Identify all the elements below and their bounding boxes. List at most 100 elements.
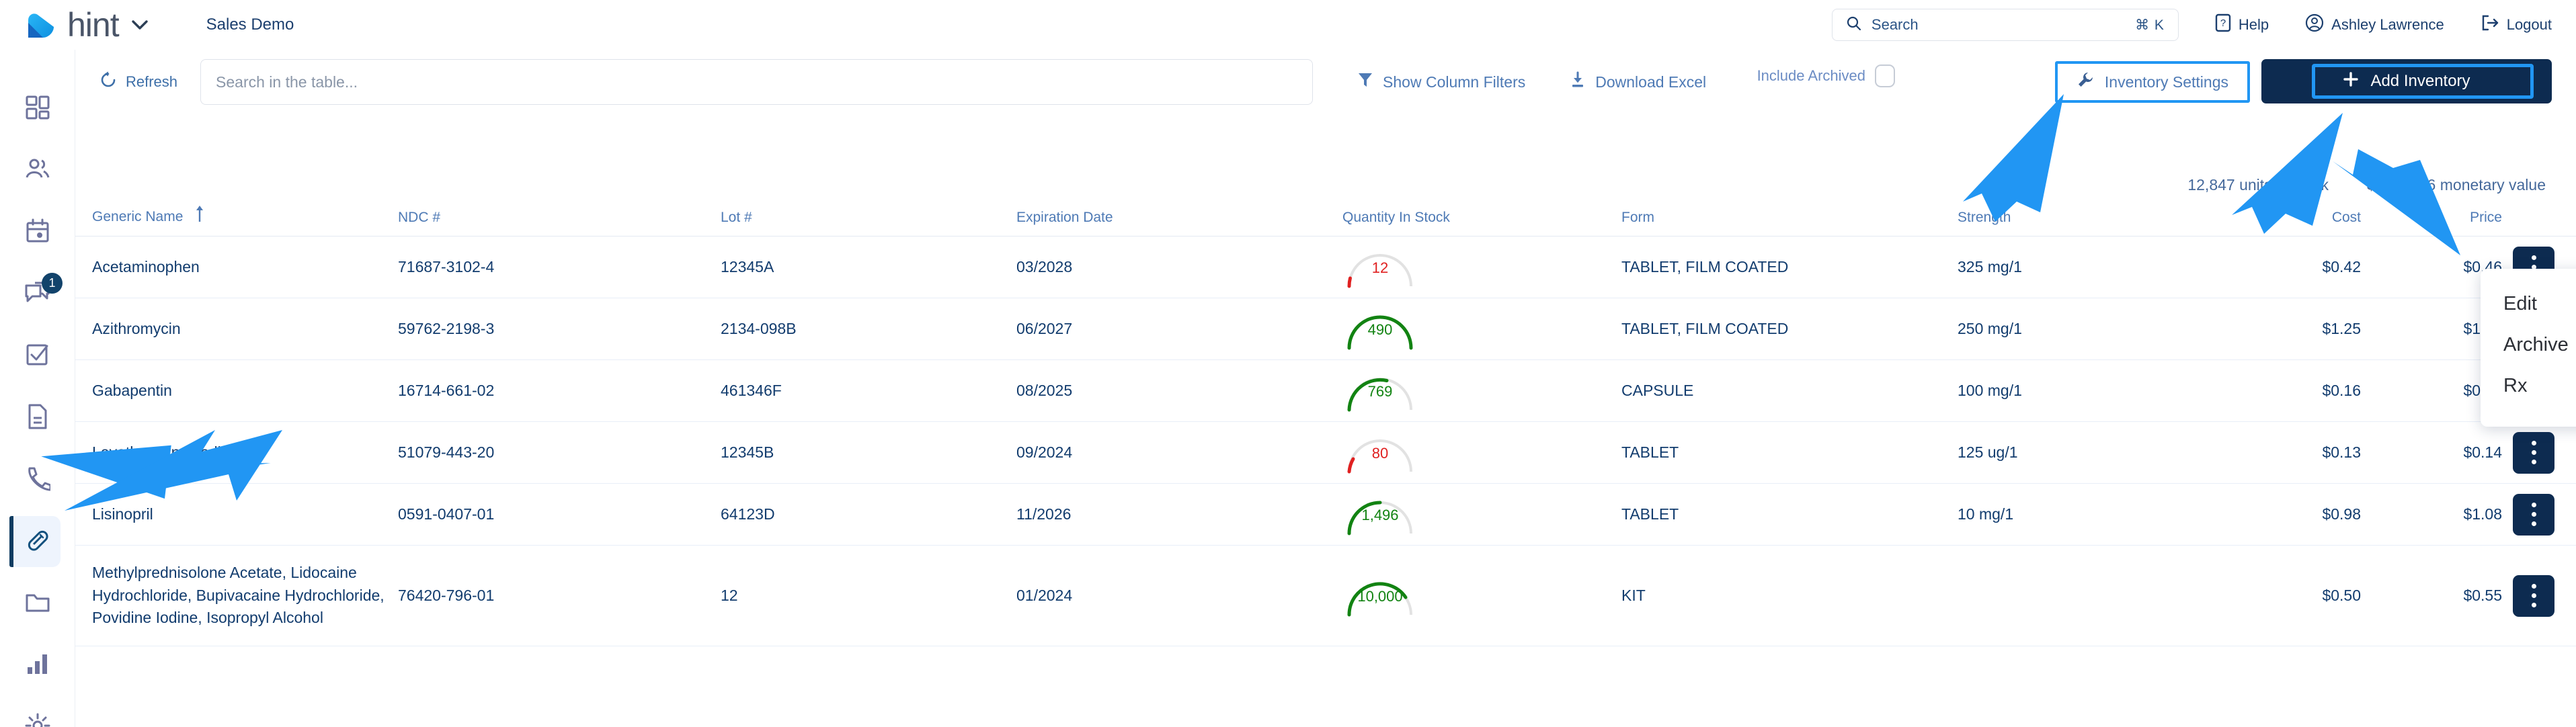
cell-cost: $0.98 [2322,505,2361,523]
user-account-button[interactable]: Ashley Lawrence [2305,13,2444,36]
cell-expiration: 06/2027 [1016,320,1073,337]
column-header-quantity[interactable]: Quantity In Stock [1319,210,1621,226]
help-button[interactable]: ? Help [2215,13,2269,36]
table-toolbar: Refresh Search in the table... Show Colu… [75,50,2576,114]
cell-quantity: 12 [1319,246,1621,289]
refresh-label: Refresh [126,73,178,90]
add-inventory-button[interactable]: Add Inventory [2261,59,2552,103]
sidebar-item-calendar[interactable] [0,202,75,263]
cell-form: TABLET [1621,505,1679,523]
show-column-filters-label: Show Column Filters [1383,73,1526,91]
table-row[interactable]: Azithromycin 59762-2198-3 2134-098B 06/2… [75,298,2576,360]
cell-cost: $0.50 [2322,587,2361,604]
table-row[interactable]: Gabapentin 16714-661-02 461346F 08/2025 … [75,360,2576,422]
refresh-button[interactable]: Refresh [99,71,177,93]
workspace-name[interactable]: Sales Demo [206,15,294,34]
global-search-placeholder: Search [1871,16,1919,33]
sidebar-item-documents[interactable] [0,387,75,449]
chevron-down-icon[interactable] [131,19,149,34]
cell-actions [2502,574,2576,617]
kebab-menu-icon[interactable] [2513,431,2554,474]
brand-name: hint [67,6,120,44]
cell-cost: $0.16 [2322,382,2361,399]
wrench-icon [2077,71,2094,93]
cell-ndc: 0591-0407-01 [398,505,495,523]
sidebar-item-inventory[interactable] [0,511,75,572]
messages-unread-badge: 1 [42,273,63,294]
quantity-value: 1,496 [1361,506,1399,523]
help-label: Help [2238,16,2269,33]
kebab-menu-icon[interactable] [2513,574,2554,617]
cell-lot: 12345A [721,258,774,275]
cell-expiration: 03/2028 [1016,258,1073,275]
inventory-stats: 12,847 units in stock $7,217.06 monetary… [2187,176,2546,194]
global-search-input[interactable]: Search ⌘ K [1831,9,2179,41]
cell-form: TABLET [1621,443,1679,461]
cell-strength: 325 mg/1 [1958,258,2022,275]
help-icon: ? [2215,13,2231,36]
sidebar-item-messages[interactable]: 1 [0,263,75,325]
cell-generic-name: Gabapentin [92,381,172,399]
column-header-generic-name[interactable]: Generic Name [75,205,398,229]
logout-label: Logout [2506,16,2552,33]
column-header-form[interactable]: Form [1621,210,1958,226]
cell-generic-name: Levothyroxine sodium [92,443,243,461]
column-header-lot[interactable]: Lot # [721,210,1016,226]
cell-quantity: 490 [1319,308,1621,351]
quantity-gauge: 10,000 [1342,574,1418,617]
header-actions: Search ⌘ K ? Help Ashley Lawrence Logout [1831,0,2552,50]
quantity-gauge: 769 [1342,370,1418,413]
cell-generic-name: Methylprednisolone Acetate, Lidocaine Hy… [92,564,385,627]
document-icon [26,403,49,433]
cell-actions [2502,493,2576,536]
show-column-filters-button[interactable]: Show Column Filters [1357,71,1525,93]
table-row[interactable]: Acetaminophen 71687-3102-4 12345A 03/202… [75,237,2576,298]
cell-lot: 461346F [721,382,782,399]
column-header-expiration[interactable]: Expiration Date [1016,210,1319,226]
hint-logo-icon [26,9,56,40]
logout-icon [2481,14,2499,36]
table-row[interactable]: Methylprednisolone Acetate, Lidocaine Hy… [75,546,2576,646]
column-header-cost[interactable]: Cost [2226,210,2361,226]
brand-logo-group[interactable]: hint [26,8,149,42]
kebab-menu-icon[interactable] [2513,493,2554,536]
sidebar-item-calls[interactable] [0,449,75,511]
quantity-value: 12 [1371,259,1389,276]
sidebar-item-reports[interactable] [0,634,75,696]
cell-form: CAPSULE [1621,382,1694,399]
sidebar-item-files[interactable] [0,572,75,634]
search-icon [1846,15,1862,35]
cell-price: $0.55 [2463,587,2502,604]
context-menu-item-edit[interactable]: Edit [2481,284,2576,325]
cell-ndc: 59762-2198-3 [398,320,495,337]
sidebar-item-dashboard[interactable] [0,78,75,140]
context-menu-item-rx[interactable]: Rx [2481,366,2576,407]
sidebar-item-tasks[interactable] [0,325,75,387]
cell-ndc: 76420-796-01 [398,587,495,604]
inventory-settings-button[interactable]: Inventory Settings [2054,61,2250,103]
sidebar-item-settings[interactable] [0,696,75,727]
logout-button[interactable]: Logout [2481,14,2552,36]
cell-price: $0.14 [2463,443,2502,461]
top-header-bar: hint Sales Demo Search ⌘ K ? Help Ashley… [0,0,2576,50]
table-row[interactable]: Lisinopril 0591-0407-01 64123D 11/2026 1… [75,484,2576,546]
download-excel-button[interactable]: Download Excel [1570,71,1706,93]
column-header-generic-name-label: Generic Name [92,209,184,225]
cell-quantity: 80 [1319,431,1621,474]
calendar-icon [25,218,50,247]
column-header-strength[interactable]: Strength [1958,210,2226,226]
include-archived-toggle[interactable]: Include Archived [1757,65,1895,87]
column-header-price[interactable]: Price [2361,210,2502,226]
cell-quantity: 1,496 [1319,493,1621,536]
context-menu-item-archive[interactable]: Archive [2481,325,2576,366]
include-archived-checkbox[interactable] [1875,65,1895,87]
cell-strength: 125 ug/1 [1958,443,2018,461]
table-row[interactable]: Levothyroxine sodium 51079-443-20 12345B… [75,422,2576,484]
cell-expiration: 09/2024 [1016,443,1073,461]
sidebar-item-members[interactable] [0,140,75,202]
cell-cost: $1.25 [2322,320,2361,337]
column-header-ndc[interactable]: NDC # [398,210,721,226]
cell-expiration: 01/2024 [1016,587,1073,604]
units-in-stock-stat: 12,847 units in stock [2187,176,2329,194]
table-search-input[interactable]: Search in the table... [200,59,1314,105]
